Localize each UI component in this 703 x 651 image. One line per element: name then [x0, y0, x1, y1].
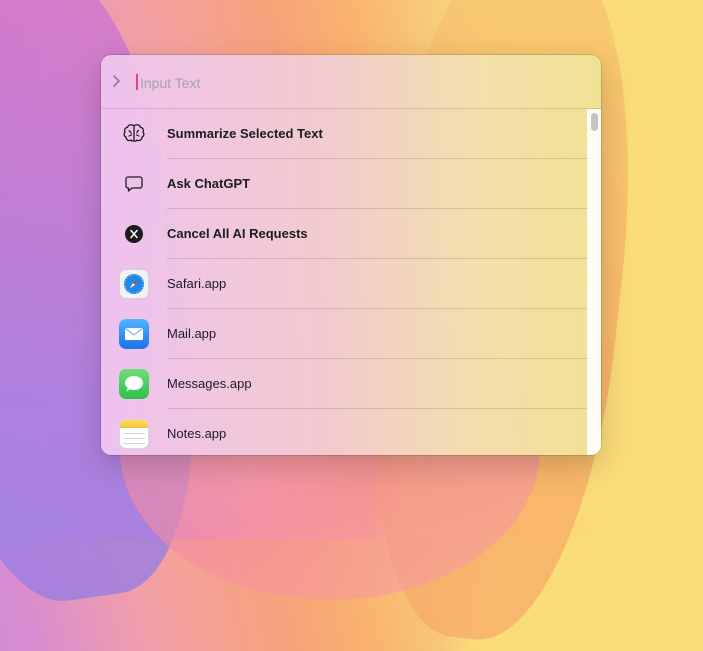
results-list: Summarize Selected Text Ask ChatGPT Canc…: [101, 109, 587, 455]
mail-icon: [119, 319, 149, 349]
result-label: Mail.app: [167, 326, 217, 341]
result-item-cancel-ai[interactable]: Cancel All AI Requests: [101, 209, 587, 259]
search-input[interactable]: [138, 71, 562, 95]
result-label: Ask ChatGPT: [167, 176, 251, 191]
result-label: Notes.app: [167, 426, 227, 441]
result-label: Messages.app: [167, 376, 252, 391]
result-label: Summarize Selected Text: [167, 126, 323, 141]
launcher-panel: Summarize Selected Text Ask ChatGPT Canc…: [101, 55, 601, 455]
result-item-mail[interactable]: Mail.app: [101, 309, 587, 359]
result-item-safari[interactable]: Safari.app: [101, 259, 587, 309]
search-bar: [101, 55, 601, 109]
brain-icon: [119, 119, 149, 149]
result-item-notes[interactable]: Notes.app: [101, 409, 587, 455]
notes-icon: [119, 419, 149, 449]
scrollbar[interactable]: [587, 109, 601, 455]
chevron-right-icon: [113, 75, 120, 87]
result-item-ask-chatgpt[interactable]: Ask ChatGPT: [101, 159, 587, 209]
result-item-messages[interactable]: Messages.app: [101, 359, 587, 409]
messages-icon: [119, 369, 149, 399]
scrollbar-thumb[interactable]: [591, 113, 598, 131]
cancel-x-icon: [119, 219, 149, 249]
result-label: Safari.app: [167, 276, 227, 291]
safari-icon: [119, 269, 149, 299]
result-label: Cancel All AI Requests: [167, 226, 308, 241]
result-item-summarize[interactable]: Summarize Selected Text: [101, 109, 587, 159]
chat-bubble-icon: [119, 169, 149, 199]
